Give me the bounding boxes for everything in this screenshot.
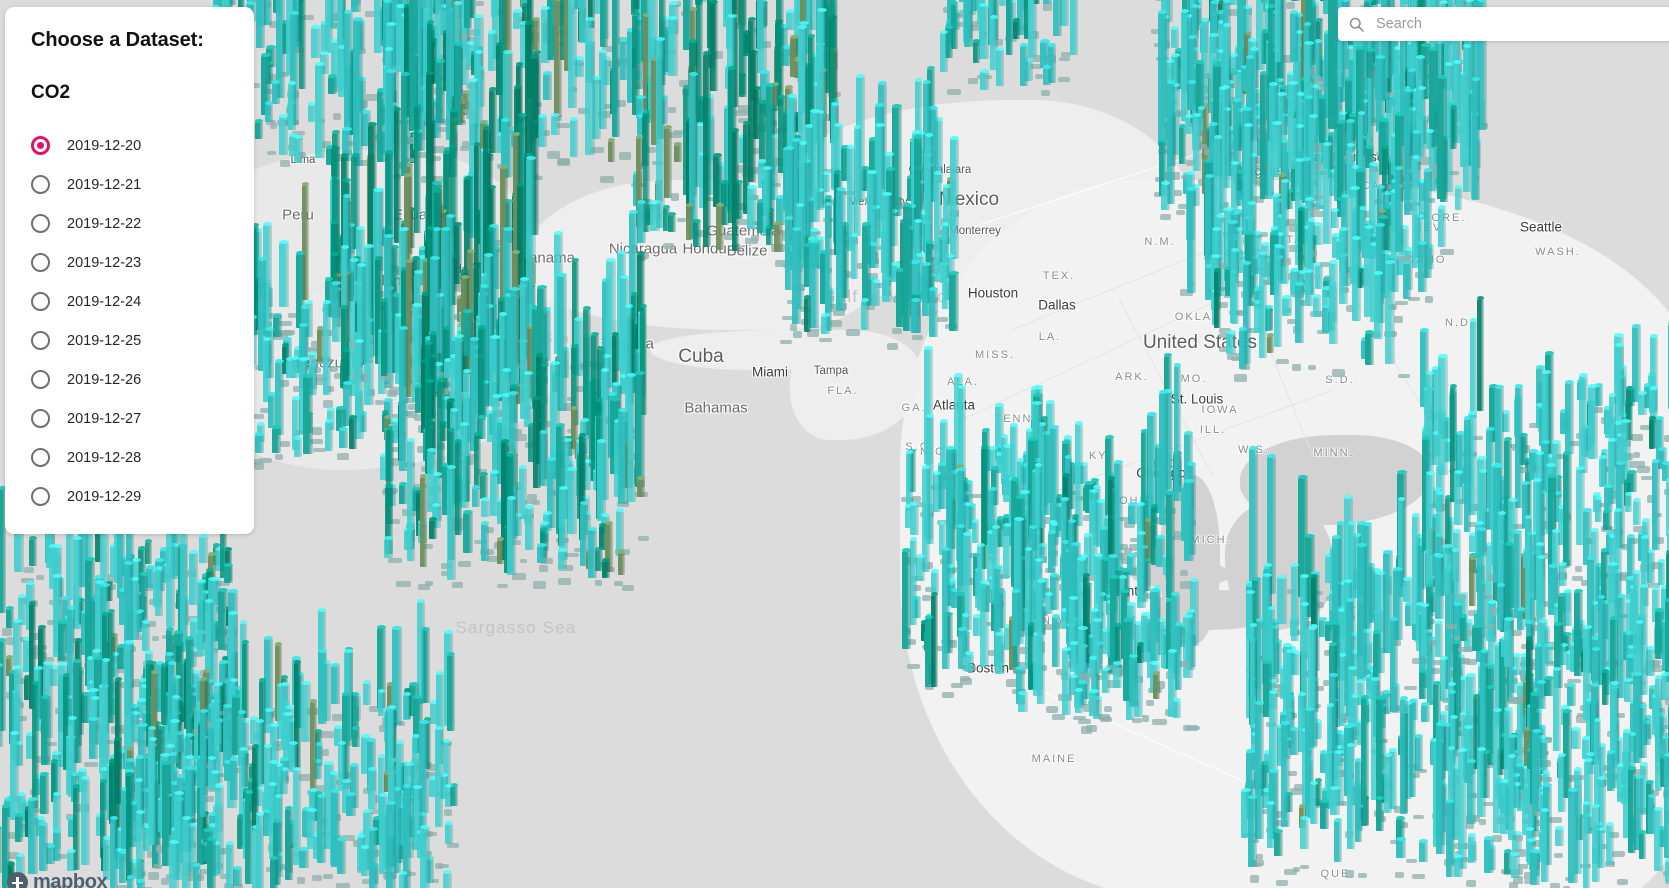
lake-erie [1150, 590, 1280, 630]
map-label-jamaica: Jamaica [598, 336, 654, 353]
landmass-canada-east [1040, 620, 1669, 888]
map-label-bahamas: Bahamas [684, 400, 747, 417]
map-label-sargasso-sea: Sargasso Sea [455, 618, 576, 638]
map-label-san-francisco: San Francisco [1305, 150, 1391, 165]
lake-ontario [1130, 560, 1230, 588]
landmass-florida [790, 330, 920, 440]
app-root: Lima Peru Ecuador Panama Medellín Colombia Ven… [0, 0, 1669, 888]
map-label-los-angeles: Los Angeles [1213, 164, 1287, 179]
